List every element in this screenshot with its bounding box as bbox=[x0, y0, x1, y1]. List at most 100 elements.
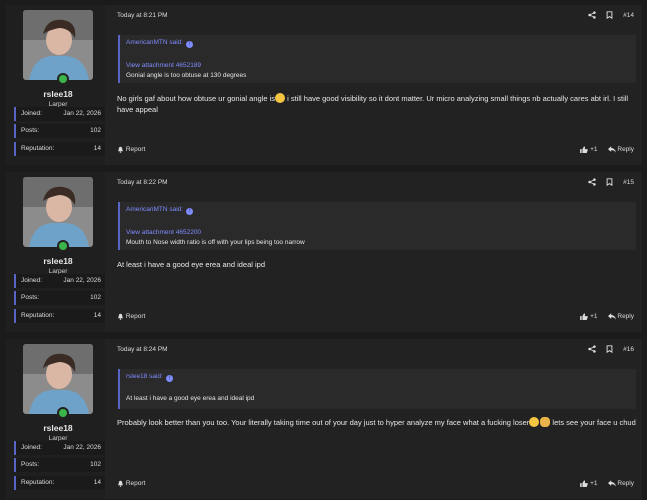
share-icon[interactable] bbox=[588, 345, 596, 353]
report-button[interactable]: Report bbox=[117, 480, 145, 487]
bell-icon bbox=[118, 146, 123, 153]
message-body: At least i have a good eye erea and idea… bbox=[117, 260, 266, 269]
reply-button[interactable]: Reply bbox=[607, 480, 634, 487]
stat-reputation: Reputation: 14 bbox=[14, 476, 105, 490]
bookmark-icon[interactable] bbox=[606, 178, 613, 186]
report-button[interactable]: Report bbox=[117, 313, 145, 320]
stat-value: Jan 22, 2026 bbox=[63, 444, 101, 451]
quote-text: Mouth to Nose width ratio is off with yo… bbox=[126, 239, 305, 246]
thumbs-up-icon bbox=[580, 480, 589, 487]
quote-block: AmericanMTN said: ↑ View attachment 46521… bbox=[118, 35, 636, 83]
rofl-emoji-icon bbox=[529, 417, 540, 427]
like-count[interactable]: +1 bbox=[590, 146, 597, 153]
stat-label: Joined: bbox=[21, 277, 42, 284]
post-number[interactable]: #16 bbox=[623, 346, 634, 353]
stat-joined: Joined: Jan 22, 2026 bbox=[14, 107, 105, 121]
post-header-actions: #15 bbox=[588, 178, 634, 186]
quote-text: Gonial angle is too obtuse at 130 degree… bbox=[126, 72, 247, 79]
reply-arrow-icon bbox=[607, 146, 616, 153]
post-number[interactable]: #14 bbox=[623, 12, 634, 19]
bookmark-icon[interactable] bbox=[606, 345, 613, 353]
like-button[interactable]: +1 bbox=[580, 146, 598, 153]
stat-label: Posts: bbox=[21, 461, 40, 468]
reply-label[interactable]: Reply bbox=[617, 313, 634, 320]
bell-icon bbox=[118, 480, 123, 487]
report-label[interactable]: Report bbox=[126, 480, 146, 487]
avatar[interactable] bbox=[23, 344, 93, 414]
reply-label[interactable]: Reply bbox=[617, 480, 634, 487]
quote-author-label[interactable]: AmericanMTN said: bbox=[126, 39, 183, 46]
like-button[interactable]: +1 bbox=[580, 480, 598, 487]
reply-button[interactable]: Reply bbox=[607, 313, 634, 320]
arrow-up-circle-icon[interactable]: ↑ bbox=[186, 41, 194, 48]
online-status-indicator bbox=[57, 73, 69, 85]
share-icon[interactable] bbox=[588, 178, 596, 186]
username[interactable]: rslee18 bbox=[6, 256, 110, 266]
message-text: Probably look better than you too. Your … bbox=[117, 418, 530, 427]
reply-label[interactable]: Reply bbox=[617, 146, 634, 153]
like-count[interactable]: +1 bbox=[590, 480, 597, 487]
post-number[interactable]: #15 bbox=[623, 179, 634, 186]
bookmark-icon[interactable] bbox=[606, 11, 613, 19]
username[interactable]: rslee18 bbox=[6, 89, 110, 99]
post-date[interactable]: Today at 8:21 PM bbox=[117, 12, 168, 19]
online-status-indicator bbox=[57, 240, 69, 252]
username[interactable]: rslee18 bbox=[6, 423, 110, 433]
quote-text: At least i have a good eye erea and idea… bbox=[126, 395, 255, 402]
stat-label: Posts: bbox=[21, 127, 40, 134]
attachment-link[interactable]: View attachment 4652189 bbox=[126, 62, 201, 69]
post-date[interactable]: Today at 8:22 PM bbox=[117, 179, 168, 186]
stat-posts: Posts: 102 bbox=[14, 291, 105, 305]
message-body: Probably look better than you too. Your … bbox=[117, 417, 641, 428]
post-footer-actions: +1 Reply bbox=[580, 146, 634, 153]
message-text: No girls gaf about how obtuse ur gonial … bbox=[117, 94, 276, 103]
like-button[interactable]: +1 bbox=[580, 313, 598, 320]
message-body: No girls gaf about how obtuse ur gonial … bbox=[117, 93, 641, 115]
online-status-indicator bbox=[57, 407, 69, 419]
avatar[interactable] bbox=[23, 177, 93, 247]
stat-label: Joined: bbox=[21, 110, 42, 117]
stat-joined: Joined: Jan 22, 2026 bbox=[14, 274, 105, 288]
quote-author[interactable]: rslee18 said: ↑ bbox=[126, 373, 173, 382]
stat-label: Reputation: bbox=[21, 479, 55, 486]
quote-author-label[interactable]: rslee18 said: bbox=[126, 373, 163, 380]
stat-label: Joined: bbox=[21, 444, 42, 451]
quote-author[interactable]: AmericanMTN said: ↑ bbox=[126, 39, 194, 48]
reply-button[interactable]: Reply bbox=[607, 146, 634, 153]
rofl-emoji-icon bbox=[275, 93, 286, 103]
stat-joined: Joined: Jan 22, 2026 bbox=[14, 441, 105, 455]
report-label[interactable]: Report bbox=[126, 146, 146, 153]
message-text-cont: lets see your face u chud bbox=[550, 418, 636, 427]
post-date[interactable]: Today at 8:24 PM bbox=[117, 346, 168, 353]
stat-posts: Posts: 102 bbox=[14, 124, 105, 138]
stat-value: 14 bbox=[93, 312, 101, 319]
post-footer-actions: +1 Reply bbox=[580, 313, 634, 320]
post-header-actions: #14 bbox=[588, 11, 634, 19]
quote-author[interactable]: AmericanMTN said: ↑ bbox=[126, 206, 194, 215]
stat-label: Reputation: bbox=[21, 312, 55, 319]
like-count[interactable]: +1 bbox=[590, 313, 597, 320]
user-sidebar: rslee18 Larper Joined: Jan 22, 2026 Post… bbox=[6, 172, 105, 332]
quote-block: AmericanMTN said: ↑ View attachment 46522… bbox=[118, 202, 636, 250]
pointing-hand-emoji-icon bbox=[540, 417, 551, 427]
post-15: rslee18 Larper Joined: Jan 22, 2026 Post… bbox=[6, 172, 642, 332]
attachment-link[interactable]: View attachment 4652200 bbox=[126, 229, 201, 236]
stat-value: 14 bbox=[93, 479, 101, 486]
stat-value: 102 bbox=[90, 461, 101, 468]
quote-author-label[interactable]: AmericanMTN said: bbox=[126, 206, 183, 213]
reply-arrow-icon bbox=[607, 313, 616, 320]
arrow-up-circle-icon[interactable]: ↑ bbox=[186, 208, 194, 215]
stat-value: Jan 22, 2026 bbox=[63, 110, 101, 117]
report-button[interactable]: Report bbox=[117, 146, 145, 153]
user-sidebar: rslee18 Larper Joined: Jan 22, 2026 Post… bbox=[6, 5, 105, 165]
stat-value: 14 bbox=[93, 145, 101, 152]
stat-value: 102 bbox=[90, 127, 101, 134]
report-label[interactable]: Report bbox=[126, 313, 146, 320]
post-footer-actions: +1 Reply bbox=[580, 480, 634, 487]
avatar[interactable] bbox=[23, 10, 93, 80]
stat-label: Posts: bbox=[21, 294, 40, 301]
post-header-actions: #16 bbox=[588, 345, 634, 353]
stat-value: 102 bbox=[90, 294, 101, 301]
arrow-up-circle-icon[interactable]: ↑ bbox=[165, 375, 173, 382]
share-icon[interactable] bbox=[588, 11, 596, 19]
